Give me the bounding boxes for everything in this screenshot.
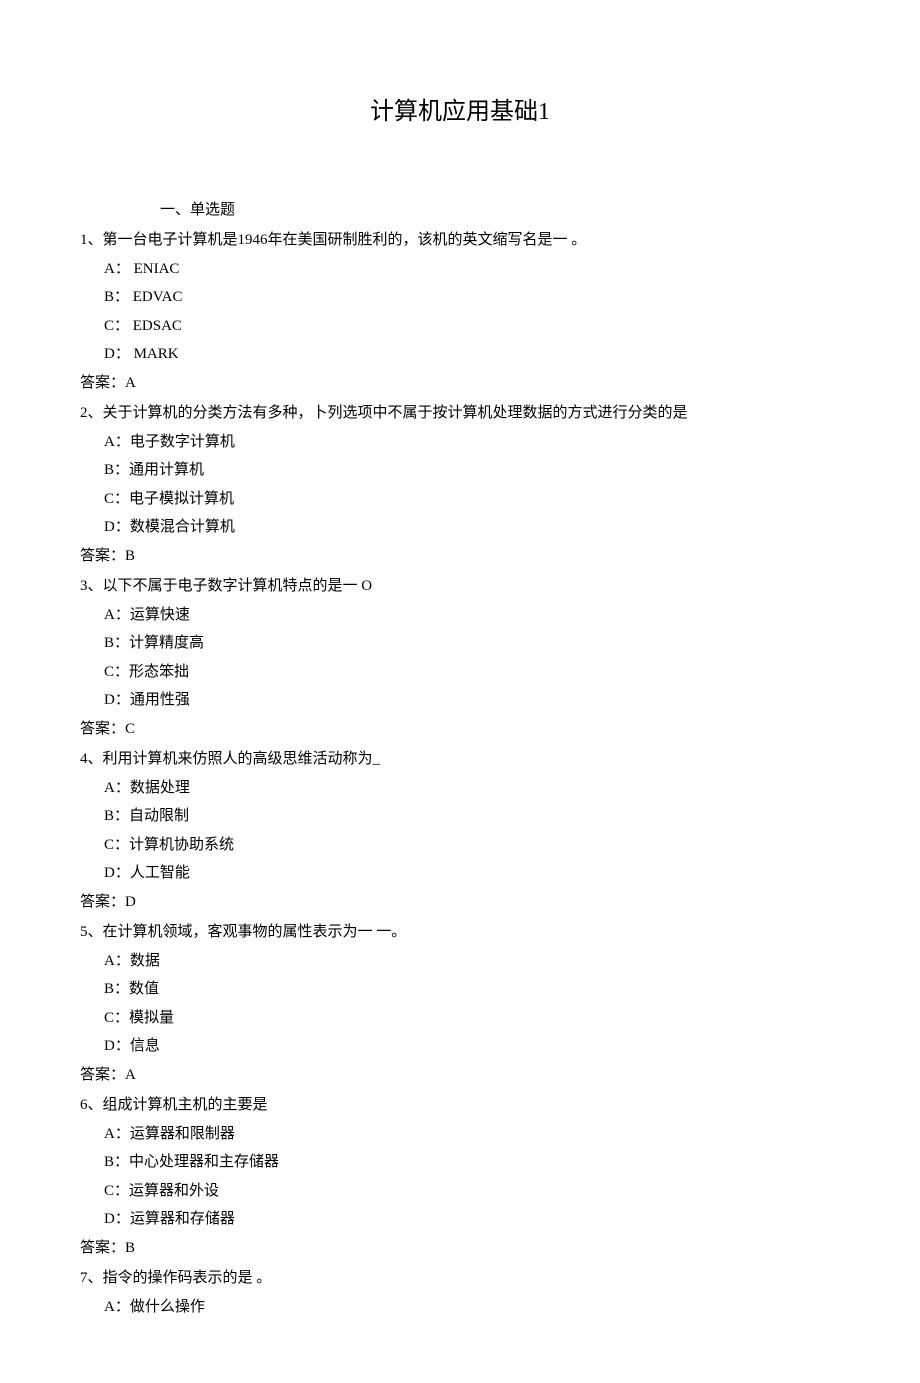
question-option: A：运算器和限制器: [80, 1120, 840, 1149]
questions-container: 1、第一台电子计算机是1946年在美国研制胜利的，该机的英文缩写名是一 。A： …: [80, 226, 840, 1321]
question-option: C：形态笨拙: [80, 658, 840, 687]
question-option: B：通用计算机: [80, 456, 840, 485]
question-option: D：运算器和存储器: [80, 1205, 840, 1234]
question-option: B： EDVAC: [80, 283, 840, 312]
question-text: 3、以下不属于电子数字计算机特点的是一 O: [80, 572, 840, 601]
question-answer: 答案：C: [80, 715, 840, 744]
question-option: D： MARK: [80, 340, 840, 369]
question-option: B：计算精度高: [80, 629, 840, 658]
question-option: D：人工智能: [80, 859, 840, 888]
question-block: 7、指令的操作码表示的是 。A：做什么操作: [80, 1264, 840, 1321]
question-answer: 答案：A: [80, 369, 840, 398]
question-text: 1、第一台电子计算机是1946年在美国研制胜利的，该机的英文缩写名是一 。: [80, 226, 840, 255]
question-answer: 答案：D: [80, 888, 840, 917]
question-answer: 答案：B: [80, 542, 840, 571]
question-block: 3、以下不属于电子数字计算机特点的是一 OA：运算快速B：计算精度高C：形态笨拙…: [80, 572, 840, 743]
question-block: 4、利用计算机来仿照人的高级思维活动称为_A：数据处理B：自动限制C：计算机协助…: [80, 745, 840, 916]
question-option: D：数模混合计算机: [80, 513, 840, 542]
question-option: C：计算机协助系统: [80, 831, 840, 860]
question-option: C：模拟量: [80, 1004, 840, 1033]
question-option: B：数值: [80, 975, 840, 1004]
question-block: 1、第一台电子计算机是1946年在美国研制胜利的，该机的英文缩写名是一 。A： …: [80, 226, 840, 397]
question-block: 2、关于计算机的分类方法有多种，卜列选项中不属于按计算机处理数据的方式进行分类的…: [80, 399, 840, 570]
question-option: B：自动限制: [80, 802, 840, 831]
question-option: A：电子数字计算机: [80, 428, 840, 457]
question-option: A：做什么操作: [80, 1293, 840, 1322]
question-answer: 答案：A: [80, 1061, 840, 1090]
question-text: 7、指令的操作码表示的是 。: [80, 1264, 840, 1293]
question-option: A：数据处理: [80, 774, 840, 803]
document-title: 计算机应用基础1: [80, 90, 840, 136]
question-option: D：信息: [80, 1032, 840, 1061]
section-header: 一、单选题: [80, 196, 840, 225]
question-option: A：运算快速: [80, 601, 840, 630]
question-option: B：中心处理器和主存储器: [80, 1148, 840, 1177]
question-block: 6、组成计算机主机的主要是A：运算器和限制器B：中心处理器和主存储器C：运算器和…: [80, 1091, 840, 1262]
question-option: C： EDSAC: [80, 312, 840, 341]
question-text: 4、利用计算机来仿照人的高级思维活动称为_: [80, 745, 840, 774]
question-option: D：通用性强: [80, 686, 840, 715]
question-option: A： ENIAC: [80, 255, 840, 284]
question-option: C：电子模拟计算机: [80, 485, 840, 514]
question-answer: 答案：B: [80, 1234, 840, 1263]
question-option: A：数据: [80, 947, 840, 976]
question-text: 5、在计算机领域，客观事物的属性表示为一 一。: [80, 918, 840, 947]
question-text: 6、组成计算机主机的主要是: [80, 1091, 840, 1120]
question-option: C：运算器和外设: [80, 1177, 840, 1206]
question-block: 5、在计算机领域，客观事物的属性表示为一 一。A：数据B：数值C：模拟量D：信息…: [80, 918, 840, 1089]
question-text: 2、关于计算机的分类方法有多种，卜列选项中不属于按计算机处理数据的方式进行分类的…: [80, 399, 840, 428]
